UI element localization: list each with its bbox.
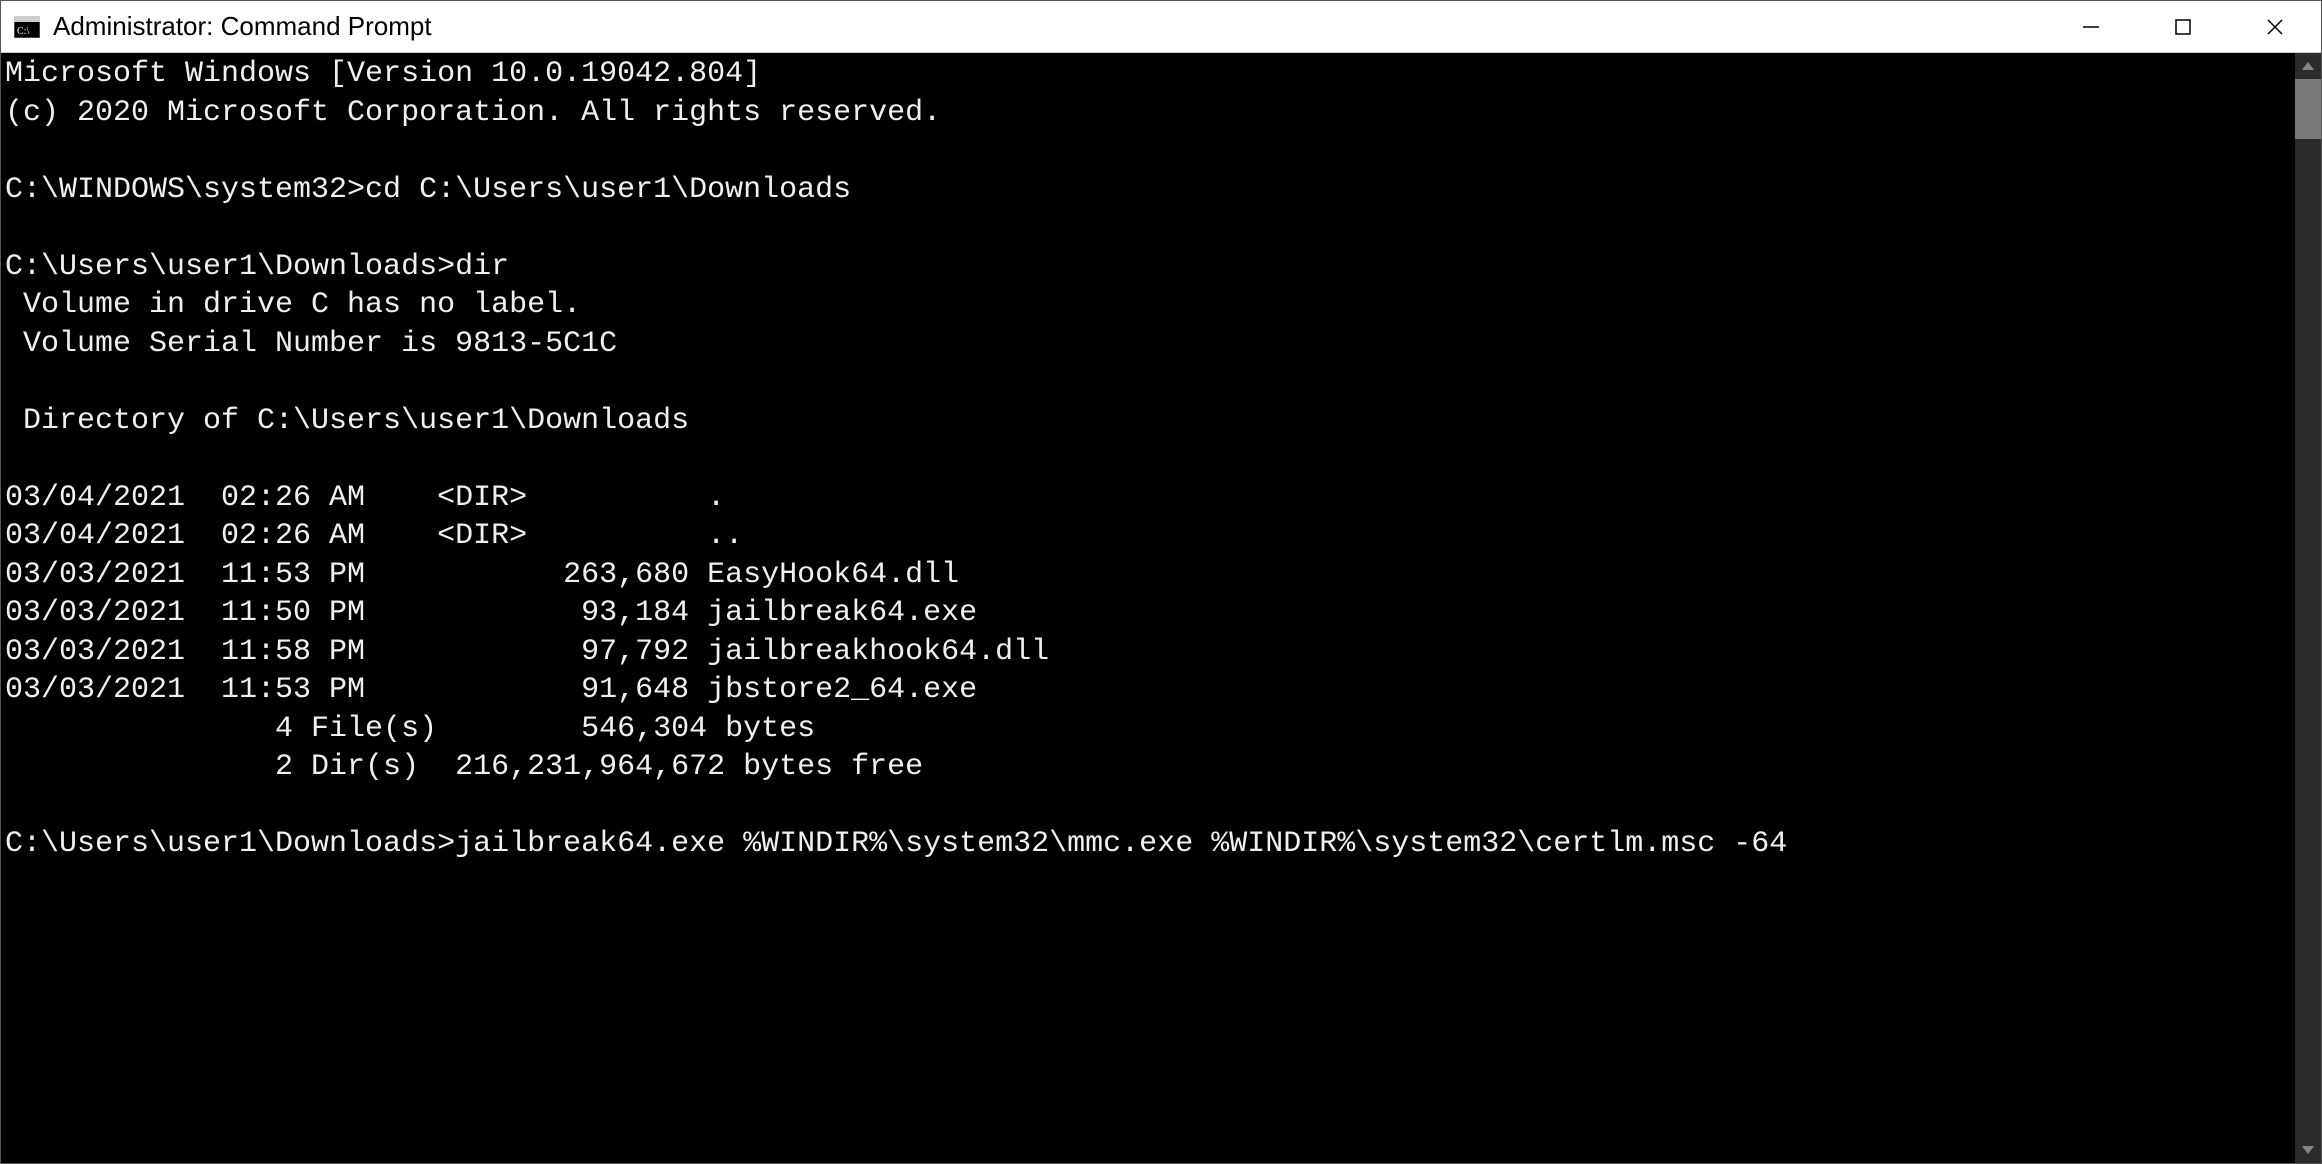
terminal-line: C:\Users\user1\Downloads>jailbreak64.exe… <box>5 825 2291 864</box>
scroll-thumb[interactable] <box>2295 79 2321 139</box>
terminal-line <box>5 787 2291 826</box>
scroll-up-arrow-icon[interactable] <box>2295 53 2321 79</box>
window-controls <box>2045 1 2321 52</box>
terminal-line: Volume Serial Number is 9813-5C1C <box>5 325 2291 364</box>
close-button[interactable] <box>2229 1 2321 52</box>
terminal-line: 03/03/2021 11:53 PM 263,680 EasyHook64.d… <box>5 556 2291 595</box>
terminal-line <box>5 363 2291 402</box>
terminal-line: Directory of C:\Users\user1\Downloads <box>5 402 2291 441</box>
terminal-line: C:\WINDOWS\system32>cd C:\Users\user1\Do… <box>5 171 2291 210</box>
terminal-line <box>5 440 2291 479</box>
terminal-line: 4 File(s) 546,304 bytes <box>5 710 2291 749</box>
scroll-down-arrow-icon[interactable] <box>2295 1137 2321 1163</box>
client-area: Microsoft Windows [Version 10.0.19042.80… <box>1 53 2321 1163</box>
terminal-line <box>5 132 2291 171</box>
minimize-button[interactable] <box>2045 1 2137 52</box>
terminal-line: 03/03/2021 11:53 PM 91,648 jbstore2_64.e… <box>5 671 2291 710</box>
command-prompt-window: C:\ Administrator: Command Prompt Micros… <box>0 0 2322 1164</box>
scroll-track[interactable] <box>2295 79 2321 1137</box>
terminal-line: C:\Users\user1\Downloads>dir <box>5 248 2291 287</box>
terminal-line: Microsoft Windows [Version 10.0.19042.80… <box>5 55 2291 94</box>
window-title: Administrator: Command Prompt <box>53 11 2045 42</box>
terminal-line <box>5 209 2291 248</box>
terminal-output[interactable]: Microsoft Windows [Version 10.0.19042.80… <box>1 53 2295 1163</box>
cmd-icon: C:\ <box>13 13 41 41</box>
terminal-line: (c) 2020 Microsoft Corporation. All righ… <box>5 94 2291 133</box>
svg-text:C:\: C:\ <box>17 26 29 37</box>
terminal-line: 2 Dir(s) 216,231,964,672 bytes free <box>5 748 2291 787</box>
terminal-line: Volume in drive C has no label. <box>5 286 2291 325</box>
titlebar[interactable]: C:\ Administrator: Command Prompt <box>1 1 2321 53</box>
terminal-line: 03/03/2021 11:50 PM 93,184 jailbreak64.e… <box>5 594 2291 633</box>
maximize-button[interactable] <box>2137 1 2229 52</box>
terminal-line: 03/04/2021 02:26 AM <DIR> .. <box>5 517 2291 556</box>
terminal-line: 03/03/2021 11:58 PM 97,792 jailbreakhook… <box>5 633 2291 672</box>
terminal-line: 03/04/2021 02:26 AM <DIR> . <box>5 479 2291 518</box>
vertical-scrollbar[interactable] <box>2295 53 2321 1163</box>
